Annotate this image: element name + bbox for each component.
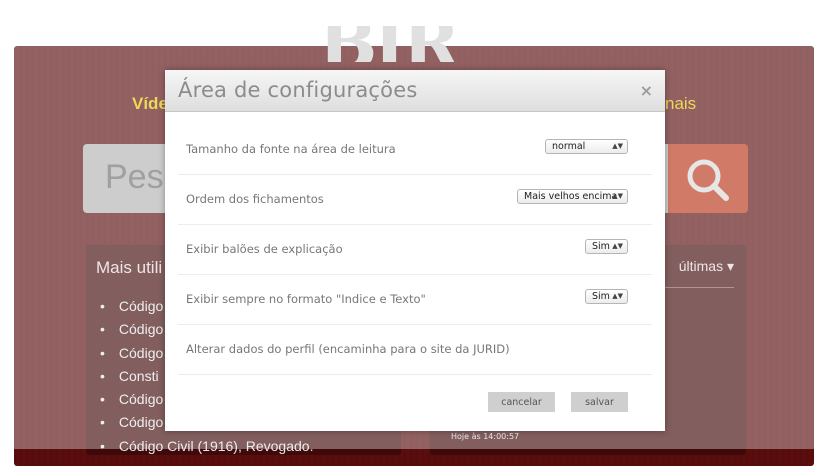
setting-row-tooltips: Exibir balões de explicação Sim ▲▼ [178, 225, 652, 275]
font-size-select[interactable]: normal ▲▼ [545, 139, 628, 154]
cancel-button[interactable]: cancelar [488, 392, 555, 412]
setting-row-order: Ordem dos fichamentos Mais velhos encima… [178, 175, 652, 225]
save-button[interactable]: salvar [571, 392, 628, 412]
setting-row-format: Exibir sempre no formato "Indice e Texto… [178, 275, 652, 325]
setting-label: Tamanho da fonte na área de leitura [186, 142, 396, 156]
modal-header: Área de configurações × [165, 70, 665, 112]
close-icon[interactable]: × [640, 81, 653, 100]
order-select[interactable]: Mais velhos encima ▲▼ [517, 189, 628, 204]
setting-label: Ordem dos fichamentos [186, 192, 324, 206]
updown-icon: ▲▼ [612, 292, 623, 300]
tooltips-select[interactable]: Sim ▲▼ [585, 239, 628, 254]
select-value: Sim [592, 241, 610, 252]
setting-label: Exibir balões de explicação [186, 242, 343, 256]
updown-icon: ▲▼ [612, 242, 623, 250]
setting-label: Exibir sempre no formato "Indice e Texto… [186, 292, 426, 306]
setting-row-profile: Alterar dados do perfil (encaminha para … [178, 325, 652, 375]
updown-icon: ▲▼ [612, 142, 623, 150]
format-select[interactable]: Sim ▲▼ [585, 289, 628, 304]
updown-icon: ▲▼ [612, 192, 623, 200]
setting-row-font-size: Tamanho da fonte na área de leitura norm… [178, 125, 652, 175]
modal-title: Área de configurações [178, 78, 418, 102]
settings-modal: Área de configurações × Tamanho da fonte… [165, 70, 665, 431]
select-value: Mais velhos encima [524, 191, 618, 202]
select-value: normal [552, 141, 586, 152]
select-value: Sim [592, 291, 610, 302]
profile-link[interactable]: Alterar dados do perfil (encaminha para … [186, 342, 510, 356]
